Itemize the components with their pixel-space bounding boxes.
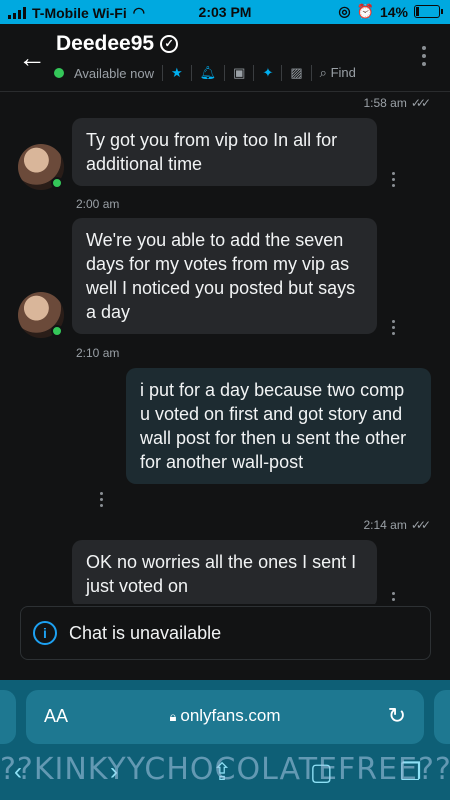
url-display[interactable]: 🔒︎ onlyfans.com: [26, 706, 424, 726]
message-timestamp: 2:10 am: [76, 346, 119, 360]
reload-icon[interactable]: ↻: [388, 703, 406, 729]
message-options-icon[interactable]: [392, 172, 395, 187]
lock-icon: 🔒︎: [169, 709, 177, 724]
timestamp-text: 2:14 am: [363, 518, 407, 532]
media-icon[interactable]: ▨: [290, 65, 302, 81]
prev-tab-preview[interactable]: [0, 690, 16, 744]
verified-icon: ✓: [160, 35, 179, 53]
battery-level: [416, 7, 419, 16]
message-text: Ty got you from vip too In all for addit…: [86, 130, 338, 174]
note-icon[interactable]: ▣: [233, 65, 245, 81]
incoming-message[interactable]: Ty got you from vip too In all for addit…: [72, 118, 377, 186]
message-text: OK no worries all the ones I sent I just…: [86, 552, 357, 596]
status-bar: T-Mobile Wi-Fi ◠ 2:03 PM ◎ ⏰ 14%: [0, 0, 450, 24]
avatar[interactable]: [18, 144, 64, 190]
incoming-message[interactable]: We're you able to add the seven days for…: [72, 218, 377, 334]
chat-title[interactable]: Deedee95 ✓: [56, 32, 179, 56]
username: Deedee95: [56, 32, 155, 55]
message-options-icon[interactable]: [100, 492, 103, 507]
chat-header: ← Deedee95 ✓ Available now ★ 🔔︎ ▣ ✦ ▨ ⌕ …: [0, 24, 450, 92]
message-timestamp: 1:58 am ✓✓✓: [363, 96, 431, 110]
chat-subbar: Available now ★ 🔔︎ ▣ ✦ ▨ ⌕ Find: [54, 64, 356, 82]
read-ticks-icon: ✓✓✓: [410, 518, 431, 532]
location-icon: ◎: [338, 3, 351, 19]
battery-percent: 14%: [379, 3, 408, 20]
timestamp-text: 2:00 am: [76, 197, 120, 211]
url-text: onlyfans.com: [180, 706, 281, 725]
address-bar[interactable]: AA 🔒︎ onlyfans.com ↻: [26, 690, 424, 744]
online-dot-icon: [51, 325, 63, 337]
availability-status: Available now: [74, 65, 154, 81]
pin-icon[interactable]: ✦: [262, 65, 273, 81]
outgoing-message[interactable]: i put for a day because two comp u voted…: [126, 368, 431, 484]
timestamp-text: 2:10 am: [76, 346, 120, 360]
battery-icon: [414, 5, 443, 18]
message-text: We're you able to add the seven days for…: [86, 230, 356, 322]
alarm-icon: ⏰: [356, 3, 374, 19]
status-right: ◎ ⏰ 14%: [338, 3, 443, 20]
incoming-message[interactable]: OK no worries all the ones I sent I just…: [72, 540, 377, 604]
notice-text: Chat is unavailable: [69, 622, 222, 643]
back-arrow-icon[interactable]: ←: [18, 44, 46, 72]
read-ticks-icon: ✓✓✓: [410, 96, 431, 110]
online-dot-icon: [54, 68, 64, 78]
divider: [190, 65, 192, 81]
next-tab-preview[interactable]: [434, 690, 450, 744]
message-timestamp: 2:14 am ✓✓✓: [363, 518, 431, 532]
chat-unavailable-banner: i Chat is unavailable: [20, 606, 431, 660]
message-timestamp: 2:00 am: [76, 197, 119, 211]
message-text: i put for a day because two comp u voted…: [140, 380, 407, 472]
find-button[interactable]: ⌕ Find: [320, 65, 356, 81]
bell-icon[interactable]: 🔔︎: [200, 65, 217, 81]
message-list[interactable]: 1:58 am ✓✓✓ Ty got you from vip too In a…: [0, 92, 450, 604]
divider: [310, 65, 312, 81]
watermark: ??KINKYYCHOCOLATEFREE??: [0, 752, 450, 787]
divider: [253, 65, 255, 81]
star-icon[interactable]: ★: [171, 65, 183, 81]
info-icon: i: [33, 621, 57, 645]
divider: [161, 65, 163, 81]
online-dot-icon: [51, 177, 63, 189]
message-options-icon[interactable]: [392, 592, 395, 604]
timestamp-text: 1:58 am: [363, 96, 407, 110]
divider: [224, 65, 226, 81]
more-options-icon[interactable]: [422, 46, 426, 66]
message-options-icon[interactable]: [392, 320, 395, 335]
avatar[interactable]: [18, 292, 64, 338]
find-label: Find: [330, 65, 356, 80]
divider: [281, 65, 283, 81]
